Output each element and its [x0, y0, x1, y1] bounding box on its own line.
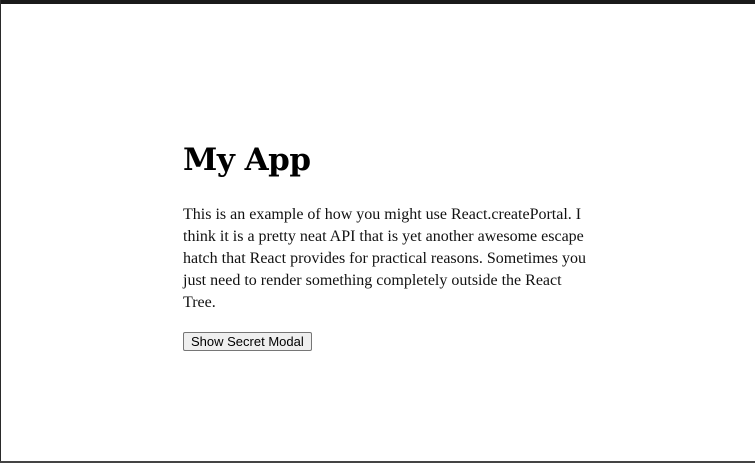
description-paragraph: This is an example of how you might use …	[183, 206, 586, 311]
window-top-border	[0, 0, 755, 4]
page-title: My App	[183, 142, 311, 178]
app-container: My App This is an example of how you mig…	[183, 138, 593, 351]
window-left-border	[0, 0, 1, 463]
show-secret-modal-button[interactable]: Show Secret Modal	[183, 332, 312, 351]
